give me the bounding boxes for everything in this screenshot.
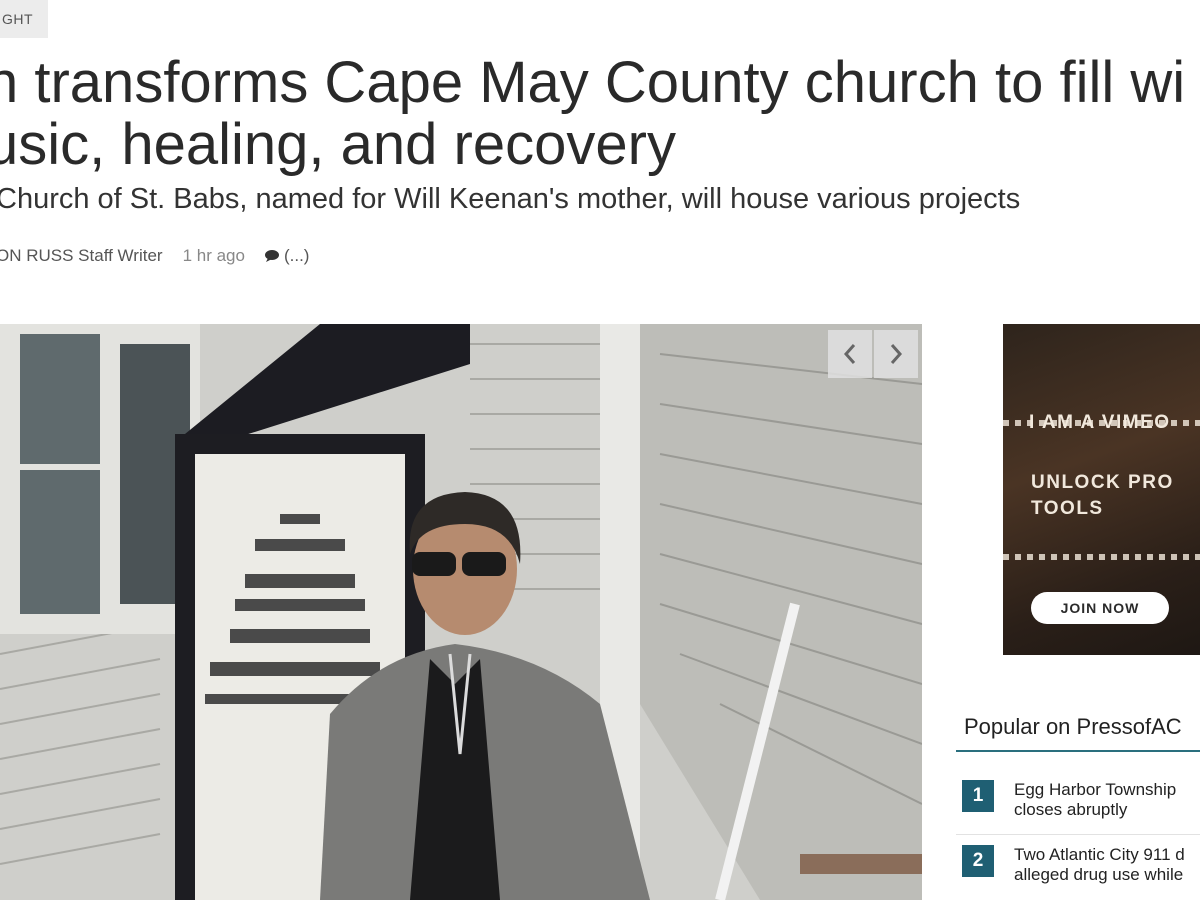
comments-link[interactable]: (...): [264, 246, 310, 266]
popular-separator: [956, 834, 1200, 835]
popular-rank-2: 2: [962, 845, 994, 877]
ad-line-2b: TOOLS: [1031, 498, 1104, 519]
timestamp: 1 hr ago: [182, 246, 245, 265]
byline: ON RUSS Staff Writer 1 hr ago (...): [0, 246, 309, 266]
comment-count: (...): [283, 246, 310, 265]
popular-item-1-line1: Egg Harbor Township: [1014, 780, 1177, 799]
chevron-right-icon: [890, 344, 903, 364]
article-subheadline: Church of St. Babs, named for Will Keena…: [0, 183, 1021, 215]
church-photo-scene: [0, 324, 922, 900]
ad-join-button[interactable]: JOIN NOW: [1031, 592, 1169, 624]
popular-item-1-line2: closes abruptly: [1014, 800, 1128, 819]
chevron-left-icon: [843, 344, 856, 364]
popular-rank-1: 1: [962, 780, 994, 812]
popular-item-2-text: Two Atlantic City 911 d alleged drug use…: [1014, 845, 1185, 885]
popular-title: Popular on PressofAC: [964, 714, 1182, 739]
ad-line-1-text: I AM A VIMEO: [1029, 412, 1171, 433]
article-headline: n transforms Cape May County church to f…: [0, 52, 1200, 176]
popular-item-1-text: Egg Harbor Township closes abruptly: [1014, 780, 1176, 820]
popular-item-2-line1: Two Atlantic City 911 d: [1014, 845, 1185, 864]
popular-item-1[interactable]: 1 Egg Harbor Township closes abruptly: [962, 780, 1176, 820]
popular-divider: [956, 750, 1200, 752]
headline-line-2: usic, healing, and recovery: [0, 112, 676, 177]
gallery-next-button[interactable]: [874, 330, 918, 378]
vimeo-ad[interactable]: I AM A VIMEO UNLOCK PRO TOOLS JOIN NOW: [1003, 324, 1200, 655]
section-tag[interactable]: GHT: [0, 0, 48, 38]
ad-line-2a: UNLOCK PRO: [1031, 472, 1174, 493]
popular-item-2[interactable]: 2 Two Atlantic City 911 d alleged drug u…: [962, 845, 1185, 885]
ad-line-2: UNLOCK PRO TOOLS: [1031, 470, 1174, 522]
ad-divider-2: [1003, 554, 1200, 560]
ad-line-1: I AM A VIMEO: [1003, 412, 1171, 434]
headline-line-1: n transforms Cape May County church to f…: [0, 50, 1186, 115]
popular-item-2-line2: alleged drug use while: [1014, 865, 1184, 884]
hero-photo[interactable]: [0, 324, 922, 900]
comment-icon: [264, 250, 279, 262]
author-link[interactable]: ON RUSS Staff Writer: [0, 246, 163, 266]
gallery-prev-button[interactable]: [828, 330, 872, 378]
